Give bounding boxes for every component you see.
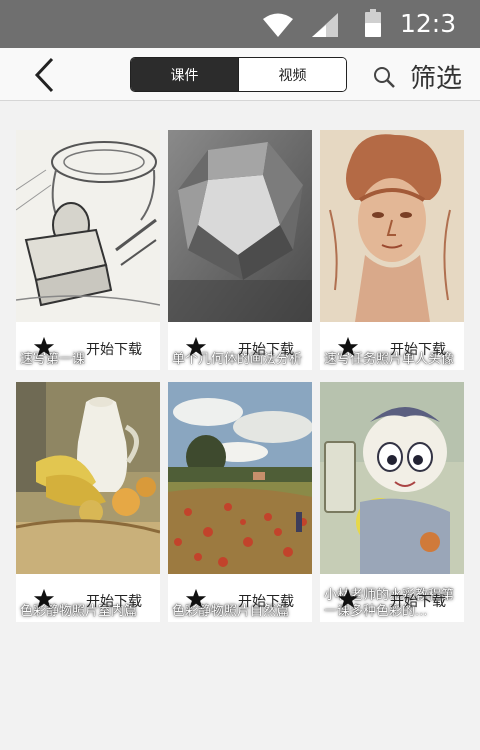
course-thumbnail-sketch[interactable] <box>16 130 160 322</box>
course-thumbnail-still-life-nature[interactable] <box>168 382 312 574</box>
course-card[interactable]: 小林老师的水彩教程第一课多种色彩的... 开始下载 <box>320 382 464 622</box>
course-card[interactable]: 速写第一课 开始下载 <box>16 130 160 370</box>
back-arrow-icon[interactable] <box>30 56 60 94</box>
signal-icon <box>312 13 338 37</box>
star-icon[interactable] <box>337 336 359 358</box>
status-bar: 12:3 <box>0 0 480 48</box>
star-icon[interactable] <box>33 588 55 610</box>
course-card[interactable]: 色彩静物照片室内篇 开始下载 <box>16 382 160 622</box>
star-icon[interactable] <box>185 336 207 358</box>
star-icon[interactable] <box>337 588 359 610</box>
course-thumbnail-still-life-indoor[interactable] <box>16 382 160 574</box>
course-card[interactable]: 色彩静物照片自然篇 开始下载 <box>168 382 312 622</box>
star-icon[interactable] <box>33 336 55 358</box>
course-thumbnail-geometry[interactable] <box>168 130 312 322</box>
course-card[interactable]: 单个几何体的画法分析 开始下载 <box>168 130 312 370</box>
wifi-icon <box>263 13 293 37</box>
star-icon[interactable] <box>185 588 207 610</box>
download-button[interactable]: 开始下载 <box>238 591 294 611</box>
course-thumbnail-watercolor[interactable] <box>320 382 464 574</box>
course-card[interactable]: 速写任务照片单人头像 开始下载 <box>320 130 464 370</box>
tab-video[interactable]: 视频 <box>238 58 346 91</box>
search-icon[interactable] <box>372 65 396 89</box>
download-button[interactable]: 开始下载 <box>238 339 294 359</box>
filter-button[interactable]: 筛选 <box>410 58 462 95</box>
download-button[interactable]: 开始下载 <box>390 339 446 359</box>
download-button[interactable]: 开始下载 <box>86 591 142 611</box>
segmented-tabs: 课件 视频 <box>130 57 347 92</box>
top-nav-bar: 课件 视频 筛选 <box>0 48 480 101</box>
download-button[interactable]: 开始下载 <box>390 591 446 611</box>
tab-courseware[interactable]: 课件 <box>131 58 238 91</box>
clock: 12:3 <box>400 9 457 38</box>
download-button[interactable]: 开始下载 <box>86 339 142 359</box>
course-thumbnail-portrait[interactable] <box>320 130 464 322</box>
battery-icon <box>365 9 381 37</box>
